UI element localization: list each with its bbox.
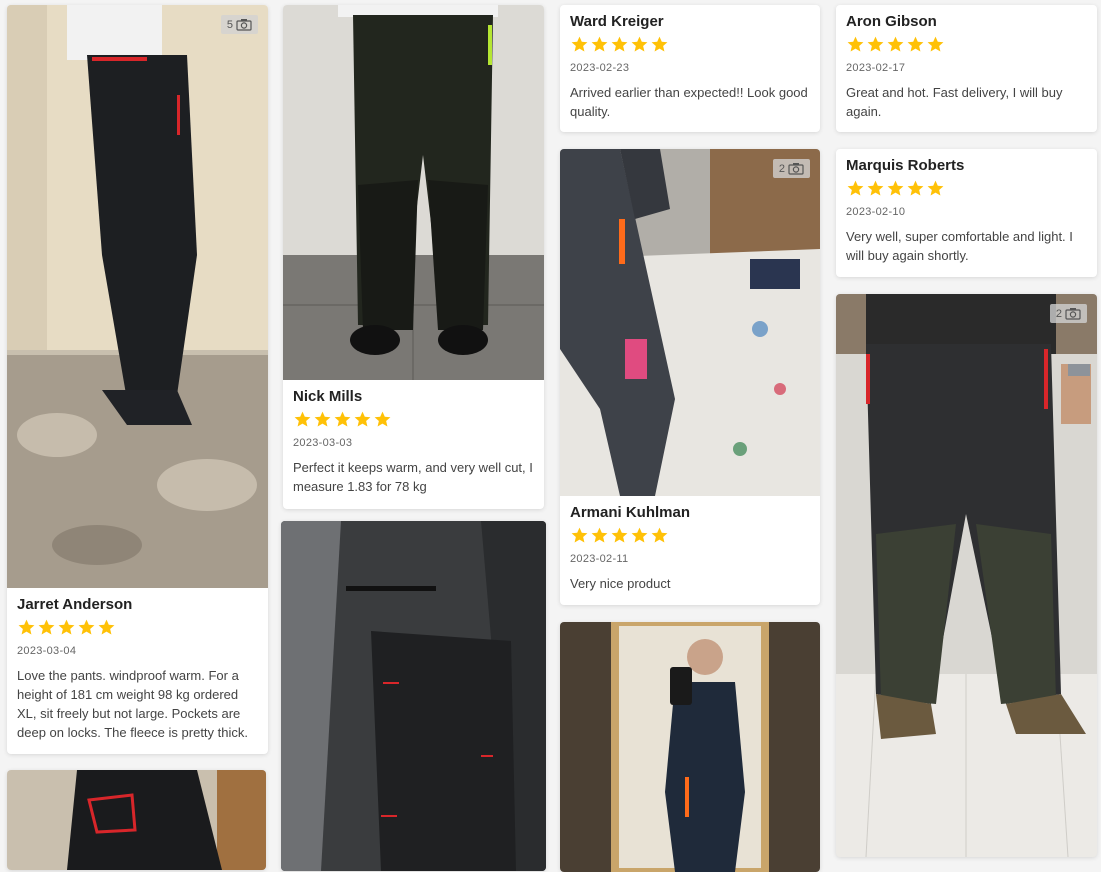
star-icon xyxy=(610,35,629,54)
review-text: Perfect it keeps warm, and very well cut… xyxy=(293,460,533,494)
review-card[interactable]: 2 Armani Kuhlman 2023-02-11 Very nice pr… xyxy=(560,149,820,605)
star-icon xyxy=(610,526,629,545)
photo-count-badge: 2 xyxy=(1049,304,1087,323)
star-icon xyxy=(630,526,649,545)
reviewer-name: Aron Gibson xyxy=(846,13,937,30)
review-date: 2023-03-03 xyxy=(293,437,353,449)
star-icon xyxy=(17,618,36,637)
review-photo[interactable]: 5 xyxy=(7,5,268,588)
star-icon xyxy=(590,526,609,545)
camera-icon xyxy=(236,18,252,31)
review-date: 2023-02-17 xyxy=(846,62,906,74)
review-card[interactable] xyxy=(7,770,266,870)
star-icon xyxy=(846,35,865,54)
star-icon xyxy=(866,35,885,54)
review-text: Very well, super comfortable and light. … xyxy=(846,229,1073,263)
star-icon xyxy=(650,35,669,54)
photo-count: 2 xyxy=(1055,307,1062,320)
rating-stars xyxy=(17,618,258,637)
star-icon xyxy=(866,179,885,198)
review-photo[interactable] xyxy=(281,521,546,871)
review-card[interactable]: Ward Kreiger 2023-02-23 Arrived earlier … xyxy=(560,5,820,132)
star-icon xyxy=(37,618,56,637)
review-photo[interactable]: 2 xyxy=(560,149,820,496)
star-icon xyxy=(570,526,589,545)
review-date: 2023-02-10 xyxy=(846,206,906,218)
photo-count-badge: 2 xyxy=(772,159,810,178)
review-text: Arrived earlier than expected!! Look goo… xyxy=(570,85,808,119)
reviewer-name: Nick Mills xyxy=(293,388,363,405)
review-text: Love the pants. windproof warm. For a he… xyxy=(17,668,248,740)
star-icon xyxy=(353,410,372,429)
review-card[interactable] xyxy=(281,521,546,871)
reviewer-name: Jarret Anderson xyxy=(17,596,133,613)
star-icon xyxy=(570,35,589,54)
star-icon xyxy=(57,618,76,637)
photo-count: 2 xyxy=(778,162,785,175)
review-date: 2023-03-04 xyxy=(17,645,77,657)
rating-stars xyxy=(570,526,810,545)
rating-stars xyxy=(846,179,1087,198)
rating-stars xyxy=(846,35,1087,54)
review-card[interactable]: 2 xyxy=(836,294,1097,857)
star-icon xyxy=(926,35,945,54)
camera-icon xyxy=(1065,307,1081,320)
star-icon xyxy=(906,35,925,54)
star-icon xyxy=(333,410,352,429)
review-card[interactable] xyxy=(560,622,820,872)
star-icon xyxy=(846,179,865,198)
camera-icon xyxy=(788,162,804,175)
star-icon xyxy=(590,35,609,54)
rating-stars xyxy=(293,410,534,429)
star-icon xyxy=(77,618,96,637)
review-photo[interactable] xyxy=(560,622,820,872)
star-icon xyxy=(886,179,905,198)
review-card[interactable]: Aron Gibson 2023-02-17 Great and hot. Fa… xyxy=(836,5,1097,132)
star-icon xyxy=(926,179,945,198)
reviewer-name: Marquis Roberts xyxy=(846,157,965,174)
star-icon xyxy=(373,410,392,429)
photo-count-badge: 5 xyxy=(220,15,258,34)
star-icon xyxy=(906,179,925,198)
review-date: 2023-02-23 xyxy=(570,62,630,74)
rating-stars xyxy=(570,35,810,54)
review-text: Very nice product xyxy=(570,576,671,591)
review-photo[interactable] xyxy=(283,5,544,380)
review-card[interactable]: Marquis Roberts 2023-02-10 Very well, su… xyxy=(836,149,1097,277)
photo-count: 5 xyxy=(226,18,233,31)
star-icon xyxy=(630,35,649,54)
star-icon xyxy=(313,410,332,429)
star-icon xyxy=(886,35,905,54)
review-card[interactable]: 5 Jarret Anderson 2023-03-04 Love the pa… xyxy=(7,5,268,754)
review-date: 2023-02-11 xyxy=(570,553,629,565)
reviewer-name: Armani Kuhlman xyxy=(570,504,691,521)
review-photo[interactable] xyxy=(7,770,266,870)
review-card[interactable]: Nick Mills 2023-03-03 Perfect it keeps w… xyxy=(283,5,544,509)
reviewer-name: Ward Kreiger xyxy=(570,13,664,30)
star-icon xyxy=(293,410,312,429)
review-text: Great and hot. Fast delivery, I will buy… xyxy=(846,85,1063,119)
review-photo[interactable]: 2 xyxy=(836,294,1097,857)
star-icon xyxy=(97,618,116,637)
star-icon xyxy=(650,526,669,545)
